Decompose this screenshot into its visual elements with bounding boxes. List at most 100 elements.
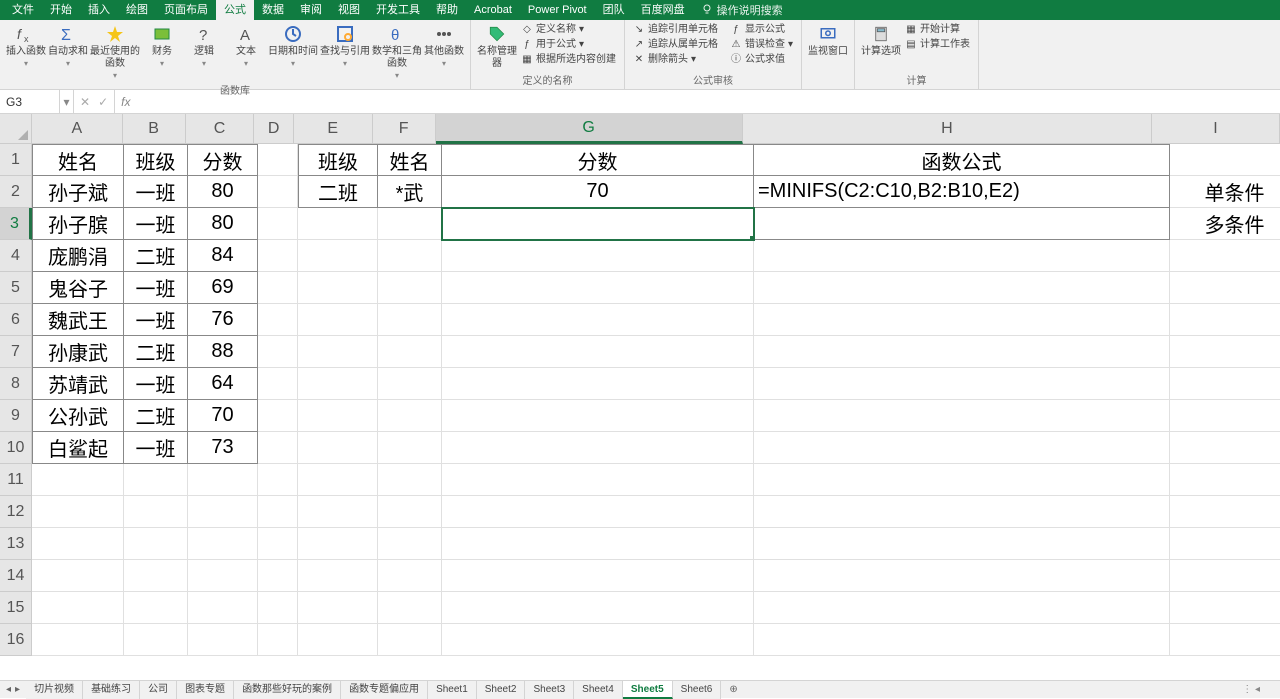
cell-D10[interactable] [258,432,298,464]
cell-I8[interactable] [1170,368,1280,400]
cell-E1[interactable]: 班级 [298,144,378,176]
cell-F2[interactable]: *武 [378,176,442,208]
cell-F16[interactable] [378,624,442,656]
cell-I5[interactable] [1170,272,1280,304]
col-header-D[interactable]: D [254,114,293,144]
cell-E14[interactable] [298,560,378,592]
cell-G6[interactable] [442,304,754,336]
row-header-13[interactable]: 13 [0,528,32,560]
cell-H5[interactable] [754,272,1170,304]
cell-E6[interactable] [298,304,378,336]
cell-C14[interactable] [188,560,258,592]
cell-A15[interactable] [32,592,124,624]
cell-D6[interactable] [258,304,298,336]
cell-I10[interactable] [1170,432,1280,464]
cell-G12[interactable] [442,496,754,528]
cell-C13[interactable] [188,528,258,560]
cell-C15[interactable] [188,592,258,624]
row-header-7[interactable]: 7 [0,336,32,368]
cell-B6[interactable]: 一班 [124,304,188,336]
cell-H9[interactable] [754,400,1170,432]
menu-formulas[interactable]: 公式 [216,0,254,20]
sheet-tab-6[interactable]: Sheet1 [428,681,477,699]
cell-I2[interactable]: 单条件 [1170,176,1280,208]
menu-review[interactable]: 审阅 [292,0,330,20]
cell-A9[interactable]: 公孙武 [32,400,124,432]
col-header-E[interactable]: E [294,114,373,144]
cell-D7[interactable] [258,336,298,368]
cell-F4[interactable] [378,240,442,272]
sheet-tab-1[interactable]: 基础练习 [83,681,140,699]
cell-A1[interactable]: 姓名 [32,144,124,176]
evaluate-formula-button[interactable]: ⓘ公式求值 [728,52,795,67]
menu-insert[interactable]: 插入 [80,0,118,20]
cell-C2[interactable]: 80 [188,176,258,208]
cell-A3[interactable]: 孙子膑 [32,208,124,240]
name-manager-button[interactable]: 名称管理器 [477,22,517,70]
cell-H4[interactable] [754,240,1170,272]
cell-B11[interactable] [124,464,188,496]
cell-C8[interactable]: 64 [188,368,258,400]
cell-B9[interactable]: 二班 [124,400,188,432]
row-header-4[interactable]: 4 [0,240,32,272]
cell-G1[interactable]: 分数 [442,144,754,176]
create-from-selection-button[interactable]: ▦根据所选内容创建 [519,52,618,67]
cell-D5[interactable] [258,272,298,304]
menu-layout[interactable]: 页面布局 [156,0,216,20]
row-header-1[interactable]: 1 [0,144,32,176]
cell-C5[interactable]: 69 [188,272,258,304]
cell-B13[interactable] [124,528,188,560]
cell-I6[interactable] [1170,304,1280,336]
cell-A10[interactable]: 白鲨起 [32,432,124,464]
cell-H10[interactable] [754,432,1170,464]
cell-B12[interactable] [124,496,188,528]
menu-home[interactable]: 开始 [42,0,80,20]
cell-B4[interactable]: 二班 [124,240,188,272]
cell-G15[interactable] [442,592,754,624]
cell-C16[interactable] [188,624,258,656]
cell-G5[interactable] [442,272,754,304]
cells-area[interactable]: 姓名班级分数班级姓名分数函数公式孙子斌一班80二班*武70=MINIFS(C2:… [32,144,1280,656]
cell-F7[interactable] [378,336,442,368]
sheet-tab-11[interactable]: Sheet6 [673,681,722,699]
add-sheet-button[interactable]: ⊕ [721,684,745,695]
cell-I9[interactable] [1170,400,1280,432]
cell-C6[interactable]: 76 [188,304,258,336]
cell-H6[interactable] [754,304,1170,336]
cell-I3[interactable]: 多条件 [1170,208,1280,240]
col-header-F[interactable]: F [373,114,436,144]
fnlib-btn-2[interactable]: 最近使用的函数▾ [90,22,140,82]
cell-A11[interactable] [32,464,124,496]
row-header-16[interactable]: 16 [0,624,32,656]
cell-I1[interactable] [1170,144,1280,176]
cell-E16[interactable] [298,624,378,656]
calculate-now-button[interactable]: ▦开始计算 [903,22,972,37]
cell-F10[interactable] [378,432,442,464]
menu-data[interactable]: 数据 [254,0,292,20]
define-name-button[interactable]: ◇定义名称 ▾ [519,22,618,37]
cell-F15[interactable] [378,592,442,624]
cell-G11[interactable] [442,464,754,496]
sheet-tab-10[interactable]: Sheet5 [623,681,673,699]
cell-G8[interactable] [442,368,754,400]
cell-H14[interactable] [754,560,1170,592]
cell-F8[interactable] [378,368,442,400]
select-all-corner[interactable] [0,114,32,144]
sheet-tab-0[interactable]: 切片视频 [26,681,83,699]
cell-H13[interactable] [754,528,1170,560]
cell-D12[interactable] [258,496,298,528]
cell-D16[interactable] [258,624,298,656]
cell-D8[interactable] [258,368,298,400]
sheet-tab-9[interactable]: Sheet4 [574,681,623,699]
cell-A2[interactable]: 孙子斌 [32,176,124,208]
menu-powerpivot[interactable]: Power Pivot [520,0,595,20]
row-header-14[interactable]: 14 [0,560,32,592]
cell-H8[interactable] [754,368,1170,400]
cell-H16[interactable] [754,624,1170,656]
nav-prev-icon[interactable]: ◂ [6,684,11,695]
row-header-12[interactable]: 12 [0,496,32,528]
sheet-nav[interactable]: ◂ ▸ [0,684,26,695]
cell-A7[interactable]: 孙康武 [32,336,124,368]
cell-F11[interactable] [378,464,442,496]
cell-F5[interactable] [378,272,442,304]
